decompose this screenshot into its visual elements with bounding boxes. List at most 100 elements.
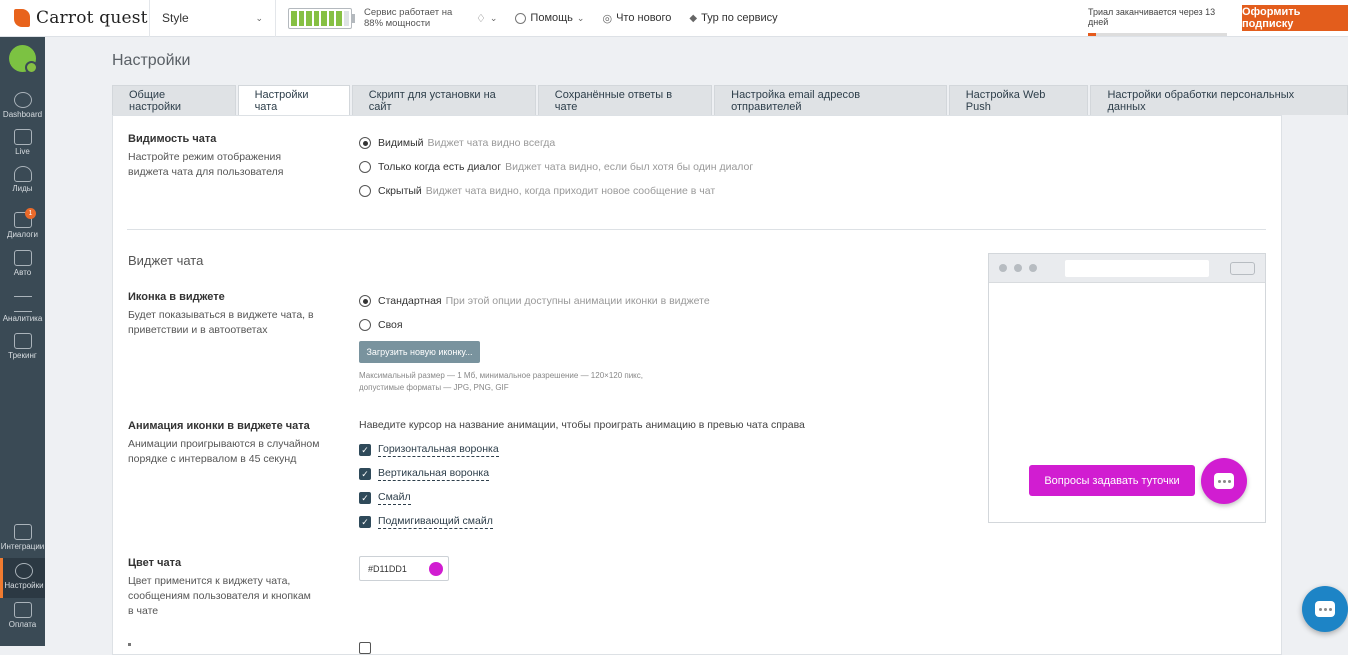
animation-desc: Анимации проигрываются в случайном поряд… xyxy=(128,438,320,465)
sidebar-item-live[interactable]: Live xyxy=(0,129,45,159)
checkbox-checked[interactable]: ✓ xyxy=(359,516,371,528)
dialogs-count-badge: 1 xyxy=(25,208,36,219)
sidebar-item-analytics[interactable]: Аналитика xyxy=(0,296,45,326)
color-input[interactable]: #D11DD1 xyxy=(359,556,449,581)
tab-saved-replies[interactable]: Сохранённые ответы в чате xyxy=(537,85,713,115)
app-select-value: Style xyxy=(162,11,189,25)
visibility-option-visible[interactable]: Видимый Виджет чата видно всегда xyxy=(359,137,555,149)
sidebar-item-dashboard[interactable]: Dashboard xyxy=(0,92,45,122)
sidebar-item-settings[interactable]: Настройки xyxy=(0,558,45,598)
carrot-logo-icon xyxy=(14,9,30,27)
service-capacity: Сервис работает на 88% мощности xyxy=(288,7,454,29)
visibility-title: Видимость чата xyxy=(128,133,217,145)
whats-new-link[interactable]: ◎ Что нового xyxy=(602,12,671,25)
sidebar-item-label: Диалоги xyxy=(7,230,38,239)
icon-option-standard[interactable]: Стандартная При этой опции доступны аним… xyxy=(359,295,710,307)
sidebar-item-billing[interactable]: Оплата xyxy=(0,602,45,632)
help-menu[interactable]: Помощь ⌄ xyxy=(515,12,584,24)
support-chat-button[interactable] xyxy=(1302,586,1348,632)
battery-text-line: Сервис работает на xyxy=(364,7,453,18)
color-swatch[interactable] xyxy=(429,562,443,576)
animation-option[interactable]: ✓ Вертикальная воронка xyxy=(359,467,490,481)
option-label: Видимый xyxy=(378,137,424,149)
window-dot-icon xyxy=(999,264,1007,272)
animation-label[interactable]: Подмигивающий смайл xyxy=(378,515,493,529)
sidebar-item-label: Live xyxy=(15,147,30,156)
globe-icon: ◎ xyxy=(602,12,613,25)
analytics-icon xyxy=(13,296,32,312)
pulse-icon xyxy=(13,129,32,145)
tour-label: Тур по сервису xyxy=(701,12,778,24)
logo-text: Carrot quest xyxy=(36,8,148,28)
option-label: Стандартная xyxy=(378,295,442,307)
window-dot-icon xyxy=(1029,264,1037,272)
tab-web-push[interactable]: Настройка Web Push xyxy=(948,85,1089,115)
battery-cap xyxy=(352,13,355,23)
top-bar: Carrot quest Style ⌄ Сервис работает на … xyxy=(0,0,1348,37)
trial-progress-fill xyxy=(1088,33,1097,36)
help-icon xyxy=(515,12,527,24)
preview-chat-button xyxy=(1201,458,1247,504)
radio-button[interactable] xyxy=(359,295,371,307)
users-icon xyxy=(13,166,32,182)
checkbox[interactable] xyxy=(359,642,371,654)
battery-cell xyxy=(306,10,312,26)
checkbox-checked[interactable]: ✓ xyxy=(359,468,371,480)
chevron-down-icon: ⌄ xyxy=(255,12,263,23)
visibility-option-dialog[interactable]: Только когда есть диалог Виджет чата вид… xyxy=(359,161,753,173)
sidebar-item-leads[interactable]: Лиды xyxy=(0,166,45,196)
address-bar xyxy=(1065,260,1209,277)
tab-personal-data[interactable]: Настройки обработки персональных данных xyxy=(1090,85,1348,115)
subscribe-button[interactable]: Оформить подписку xyxy=(1242,5,1348,31)
animation-option[interactable]: ✓ Горизонтальная воронка xyxy=(359,443,499,457)
tab-chat-settings[interactable]: Настройки чата xyxy=(237,85,350,116)
tab-general[interactable]: Общие настройки xyxy=(112,85,236,115)
gear-icon xyxy=(15,563,33,579)
radio-button[interactable] xyxy=(359,185,371,197)
color-title: Цвет чата xyxy=(128,557,182,569)
avatar[interactable] xyxy=(9,45,38,74)
animation-title: Анимация иконки в виджете чата xyxy=(128,420,310,432)
battery-cell xyxy=(313,10,319,26)
animation-option[interactable]: ✓ Смайл xyxy=(359,491,411,505)
upload-icon-button[interactable]: Загрузить новую иконку... xyxy=(359,341,480,363)
color-desc: Цвет применится к виджету чата, сообщени… xyxy=(128,575,311,617)
chevron-down-icon: ⌄ xyxy=(576,12,585,23)
battery-cell xyxy=(343,10,349,26)
sidebar-item-tracking[interactable]: Трекинг xyxy=(0,333,45,363)
animation-label[interactable]: Смайл xyxy=(378,491,411,505)
visibility-option-hidden[interactable]: Скрытый Виджет чата видно, когда приходи… xyxy=(359,185,715,197)
graduation-cap-icon: ◆ xyxy=(689,12,698,24)
tour-link[interactable]: ◆ Тур по сервису xyxy=(689,12,777,24)
battery-cell xyxy=(321,10,327,26)
option-description: Виджет чата видно всегда xyxy=(427,137,556,149)
radio-button[interactable] xyxy=(359,161,371,173)
icon-option-custom[interactable]: Своя xyxy=(359,319,407,331)
checkbox-checked[interactable]: ✓ xyxy=(359,492,371,504)
tab-email-senders[interactable]: Настройка email адресов отправителей xyxy=(714,85,947,115)
animation-option[interactable]: ✓ Подмигивающий смайл xyxy=(359,515,493,529)
radio-button[interactable] xyxy=(359,137,371,149)
sidebar-item-auto[interactable]: Авто xyxy=(0,250,45,280)
puzzle-icon xyxy=(13,524,32,540)
logo[interactable]: Carrot quest xyxy=(0,0,150,37)
battery-text: Сервис работает на 88% мощности xyxy=(364,7,454,29)
checkbox-checked[interactable]: ✓ xyxy=(359,444,371,456)
option-description: При этой опции доступны анимации иконки … xyxy=(445,295,710,307)
sidebar-item-integrations[interactable]: Интеграции xyxy=(0,524,45,554)
radio-button[interactable] xyxy=(359,319,371,331)
battery-cell xyxy=(291,10,297,26)
app-select[interactable]: Style ⌄ xyxy=(150,0,276,37)
window-dot-icon xyxy=(1014,264,1022,272)
help-label: Помощь xyxy=(530,12,573,24)
sidebar-item-dialogs[interactable]: 1 Диалоги xyxy=(0,208,45,242)
icon-title: Иконка в виджете xyxy=(128,291,225,303)
battery-cell xyxy=(336,10,342,26)
animation-label[interactable]: Горизонтальная воронка xyxy=(378,443,499,457)
animation-label[interactable]: Вертикальная воронка xyxy=(378,467,490,481)
bell-icon: ♢ xyxy=(476,12,486,25)
option-description: Виджет чата видно, когда приходит новое … xyxy=(425,185,716,197)
chat-bubble-icon xyxy=(1214,473,1234,489)
notifications-button[interactable]: ♢ ⌄ xyxy=(476,12,497,25)
tab-install-script[interactable]: Скрипт для установки на сайт xyxy=(351,85,536,115)
